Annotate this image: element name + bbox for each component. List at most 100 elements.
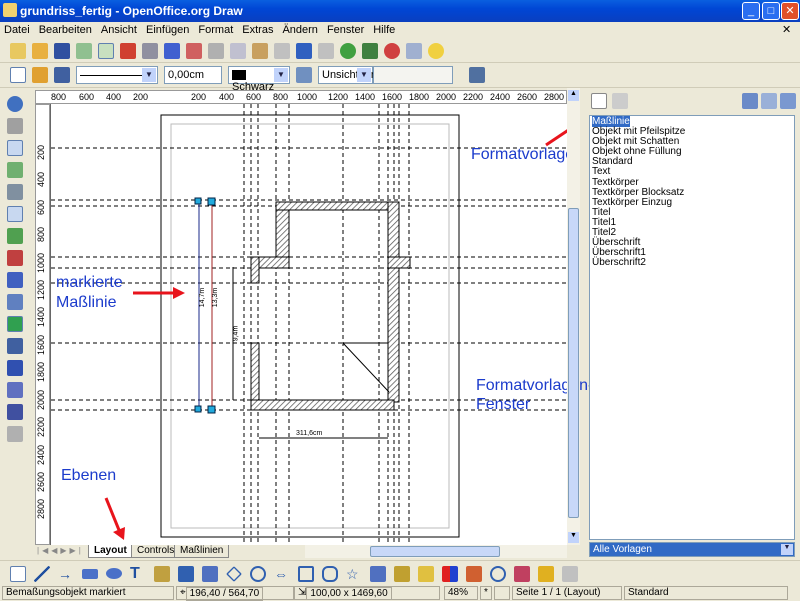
handles-icon[interactable] [7, 338, 23, 354]
spellcheck-icon[interactable] [164, 42, 180, 59]
format-paintbrush-icon[interactable] [274, 42, 290, 59]
line-color-select[interactable]: Schwarz ▼ [228, 66, 290, 93]
rectangle-icon[interactable] [82, 568, 98, 579]
alignment-icon[interactable] [514, 565, 530, 582]
presentation-styles-icon[interactable] [612, 93, 628, 109]
save-icon[interactable] [54, 42, 70, 59]
menu-fenster[interactable]: Fenster [327, 22, 369, 39]
maximize-button[interactable]: □ [762, 2, 780, 20]
scroll-up-button[interactable]: ▲ [568, 90, 579, 101]
menu-datei[interactable]: Datei [4, 22, 35, 39]
style-item[interactable]: Überschrift2 [592, 258, 792, 268]
line-tool-icon[interactable] [34, 565, 50, 582]
snap-frame-icon[interactable] [7, 206, 23, 222]
undo-icon[interactable] [296, 42, 312, 59]
email-icon[interactable] [76, 42, 92, 59]
ellipse-icon[interactable] [106, 568, 122, 579]
scroll-down-button[interactable]: ▼ [568, 532, 579, 543]
callouts-icon[interactable] [322, 565, 338, 582]
arrow-line-icon[interactable]: → [58, 566, 74, 582]
update-style-icon[interactable] [780, 93, 796, 109]
navigator-icon[interactable] [362, 42, 378, 59]
style-item[interactable]: Titel [592, 207, 792, 218]
snap-object-icon[interactable] [7, 250, 23, 266]
text-edit-icon[interactable] [7, 316, 23, 332]
frame-icon[interactable] [7, 360, 23, 376]
shadow-icon[interactable] [469, 67, 485, 83]
fill-format-mode-icon[interactable] [742, 93, 758, 109]
insert-text-icon[interactable] [466, 565, 482, 582]
chart-icon[interactable] [340, 42, 356, 59]
insert-image-icon[interactable] [418, 565, 434, 582]
edit-file-icon[interactable] [98, 42, 114, 59]
tab-layout[interactable]: Layout [88, 545, 133, 558]
line-icon[interactable] [32, 67, 48, 83]
new-icon[interactable] [10, 42, 26, 59]
gallery-icon[interactable] [442, 565, 458, 582]
style-filter-select[interactable]: Alle Vorlagen ▼ [589, 542, 795, 557]
navigator-compass-icon[interactable] [384, 42, 400, 59]
graphics-styles-icon[interactable] [591, 93, 607, 109]
horizontal-scrollbar[interactable] [305, 545, 567, 558]
fontwork-icon[interactable] [394, 565, 410, 582]
flowchart-icon[interactable] [298, 565, 314, 582]
area-fill-icon[interactable] [296, 67, 312, 83]
export-pdf-icon[interactable] [120, 42, 136, 59]
dimension-line-icon[interactable] [202, 565, 218, 582]
redo-icon[interactable] [318, 42, 334, 59]
styles-list[interactable]: Maßlinie Objekt mit Pfeilspitze Objekt m… [589, 115, 795, 540]
menu-einfuegen[interactable]: Einfügen [146, 22, 194, 39]
zoom-icon[interactable] [406, 42, 422, 59]
style-item[interactable]: Titel1 [592, 217, 792, 228]
horizontal-scroll-thumb[interactable] [370, 546, 500, 557]
arrange-icon[interactable] [538, 565, 554, 582]
stars-icon[interactable]: ☆ [346, 566, 362, 582]
menu-format[interactable]: Format [198, 22, 238, 39]
basic-shapes-icon[interactable] [226, 565, 242, 582]
scroll-thumb[interactable] [568, 208, 579, 518]
text-icon[interactable]: T [130, 565, 146, 582]
snap-points-icon[interactable] [7, 228, 23, 244]
points-icon[interactable] [7, 382, 23, 398]
rotate-icon[interactable] [7, 96, 23, 112]
status-zoom[interactable]: 48% [444, 586, 478, 600]
autospellcheck-icon[interactable] [186, 42, 202, 59]
snap-margins-icon[interactable] [7, 184, 23, 200]
vertical-ruler[interactable]: 200 400 600 800 1000 1200 1400 1600 1800… [35, 104, 50, 545]
line-style-select[interactable]: ▼ [76, 66, 158, 84]
snap-guides-icon[interactable] [7, 162, 23, 178]
block-arrows-icon[interactable]: ⇔ [274, 566, 290, 582]
exit-group-icon[interactable] [7, 426, 23, 442]
floor-plan-drawing[interactable] [51, 104, 650, 545]
pen-icon[interactable] [7, 404, 23, 420]
tab-nav-buttons[interactable]: |◀◀▶▶| [37, 546, 84, 555]
horizontal-ruler[interactable]: 800 600 400 200 200 400 600 800 1000 120… [35, 90, 567, 104]
vertical-scrollbar[interactable]: ▲ ▼ [567, 88, 580, 546]
menu-bearbeiten[interactable]: Bearbeiten [39, 22, 97, 39]
tab-masslinien[interactable]: Maßlinien [174, 545, 230, 558]
paste-icon[interactable] [252, 42, 268, 59]
snap-page-icon[interactable] [7, 272, 23, 288]
connector-icon[interactable] [178, 565, 194, 582]
grid-icon[interactable] [7, 118, 23, 134]
drawing-canvas[interactable]: 14,7m 13,3m 9,4m 311,6cm Formatvorlage m… [50, 104, 650, 545]
style-item[interactable]: Standard [592, 157, 792, 167]
arrow-style-icon[interactable] [54, 67, 70, 83]
menu-ansicht[interactable]: Ansicht [101, 22, 142, 39]
area-value-select[interactable] [373, 66, 453, 84]
rotate-tool-icon[interactable] [490, 565, 506, 582]
style-item[interactable]: Textkörper Einzug [592, 197, 792, 208]
extrusion-icon[interactable] [562, 565, 578, 582]
close-button[interactable]: ✕ [781, 2, 799, 20]
help-icon[interactable] [428, 42, 444, 59]
new-style-icon[interactable] [761, 93, 777, 109]
menu-hilfe[interactable]: Hilfe [373, 22, 400, 39]
line-width-input[interactable]: 0,00cm [164, 66, 222, 84]
print-icon[interactable] [142, 42, 158, 59]
menu-aendern[interactable]: Ändern [282, 22, 322, 39]
copy-icon[interactable] [230, 42, 246, 59]
select-arrow-icon[interactable] [10, 565, 26, 582]
open-icon[interactable] [32, 42, 48, 59]
area-style-select[interactable]: Unsichtbar ▼ [318, 66, 375, 84]
select-mode-icon[interactable] [10, 67, 26, 83]
